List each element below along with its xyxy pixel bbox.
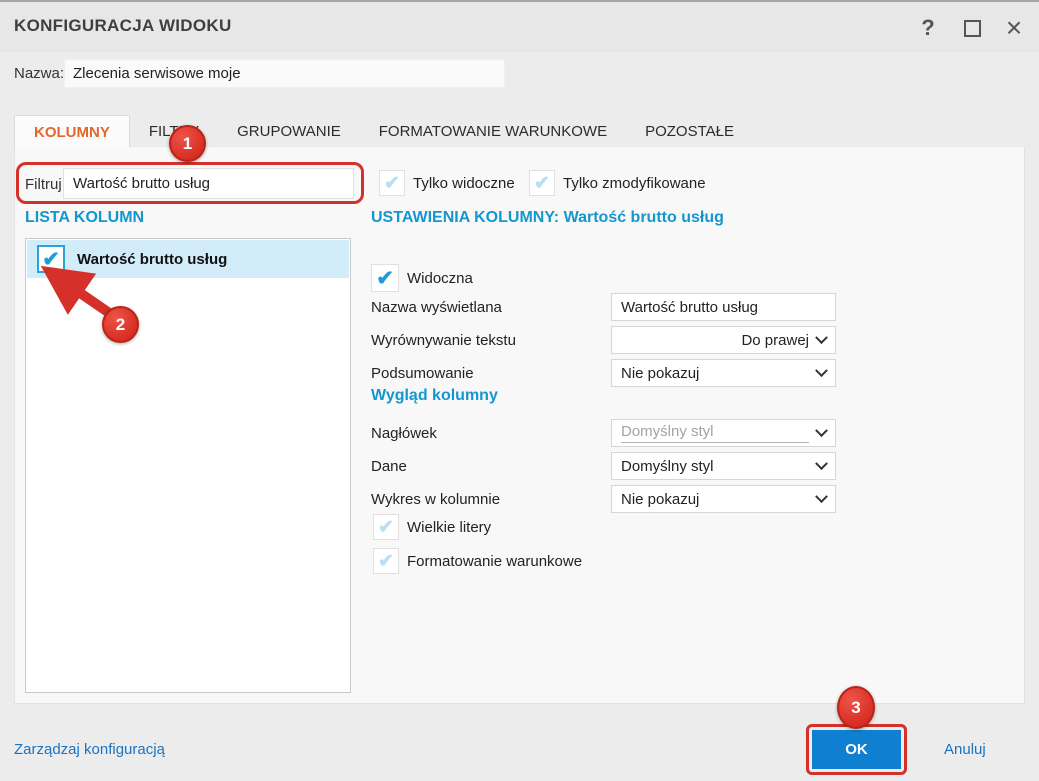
column-chart-select[interactable]: Nie pokazuj [611,485,836,513]
help-icon[interactable]: ? [913,13,943,43]
header-style-select[interactable]: Domyślny styl [611,419,836,447]
text-align-select[interactable]: Do prawej [611,326,836,354]
pale-check-icon: ✔ [534,172,550,194]
maximize-icon[interactable] [957,13,987,43]
column-appearance-header: Wygląd kolumny [371,387,498,404]
titlebar: KONFIGURACJA WIDOKU ? × [0,2,1039,52]
annotation-badge-1: 1 [169,125,206,162]
visible-label: Widoczna [407,270,473,287]
tab-kolumny[interactable]: KOLUMNY [14,115,130,148]
uppercase-label: Wielkie litery [407,519,492,536]
tab-pozostale[interactable]: POZOSTAŁE [626,115,753,148]
header-style-label: Nagłówek [371,425,437,442]
view-configuration-dialog: KONFIGURACJA WIDOKU ? × Nazwa: Zlecenia … [0,0,1039,781]
name-input[interactable]: Zlecenia serwisowe moje [64,59,505,88]
column-checkbox[interactable]: ✔ [37,245,65,273]
column-list: ✔ Wartość brutto usług [25,238,351,693]
only-visible-checkbox[interactable]: ✔ [379,170,405,196]
dialog-title: KONFIGURACJA WIDOKU [14,16,232,35]
display-name-label: Nazwa wyświetlana [371,299,502,316]
tab-grupowanie[interactable]: GRUPOWANIE [218,115,360,148]
text-align-label: Wyrównywanie tekstu [371,332,516,349]
data-style-label: Dane [371,458,407,475]
conditional-formatting-label: Formatowanie warunkowe [407,553,583,570]
chevron-down-icon [815,423,828,437]
column-chart-label: Wykres w kolumnie [371,491,501,508]
only-visible-label: Tylko widoczne [413,175,515,192]
column-settings-header: USTAWIENIA KOLUMNY: Wartość brutto usług [371,209,724,226]
filter-label: Filtruj: [25,176,66,193]
display-name-value: Wartość brutto usług [621,298,758,316]
maximize-box-glyph [963,19,981,37]
chevron-down-icon [815,363,828,377]
chevron-down-icon [815,456,828,470]
header-style-value: Domyślny styl [621,423,809,443]
data-style-select[interactable]: Domyślny styl [611,452,836,480]
annotation-badge-2: 2 [102,306,139,343]
data-style-value: Domyślny styl [621,457,714,475]
pale-check-icon: ✔ [384,172,400,194]
pale-check-icon: ✔ [378,550,394,572]
annotation-badge-3: 3 [837,686,875,729]
uppercase-checkbox[interactable]: ✔ [373,514,399,540]
cancel-link[interactable]: Anuluj [944,741,986,758]
tab-formatowanie-warunkowe[interactable]: FORMATOWANIE WARUNKOWE [360,115,626,148]
list-item[interactable]: ✔ Wartość brutto usług [27,240,349,278]
column-chart-value: Nie pokazuj [621,490,700,508]
chevron-down-icon [815,330,828,344]
summary-select[interactable]: Nie pokazuj [611,359,836,387]
manage-configuration-link[interactable]: Zarządzaj konfiguracją [14,741,165,758]
column-list-header: LISTA KOLUMN [25,209,145,226]
display-name-input[interactable]: Wartość brutto usług [611,293,836,321]
chevron-down-icon [815,489,828,503]
summary-label: Podsumowanie [371,365,474,382]
conditional-formatting-checkbox[interactable]: ✔ [373,548,399,574]
tab-bar: KOLUMNY FILTRY GRUPOWANIE FORMATOWANIE W… [14,115,753,148]
filter-input[interactable]: Wartość brutto usług [63,168,354,199]
only-modified-label: Tylko zmodyfikowane [563,175,706,192]
check-icon: ✔ [376,266,394,290]
text-align-value: Do prawej [741,331,809,349]
column-item-label: Wartość brutto usług [77,250,228,268]
check-icon: ✔ [42,247,60,271]
pale-check-icon: ✔ [378,516,394,538]
close-icon[interactable]: × [999,12,1029,43]
only-modified-checkbox[interactable]: ✔ [529,170,555,196]
name-label: Nazwa: [14,65,65,82]
name-row: Nazwa: Zlecenia serwisowe moje [0,59,1039,89]
visible-checkbox[interactable]: ✔ [371,264,399,292]
ok-button[interactable]: OK [812,730,901,769]
columns-tab-panel: Filtruj: Wartość brutto usług ✔ Tylko wi… [14,147,1025,704]
summary-value: Nie pokazuj [621,364,700,382]
